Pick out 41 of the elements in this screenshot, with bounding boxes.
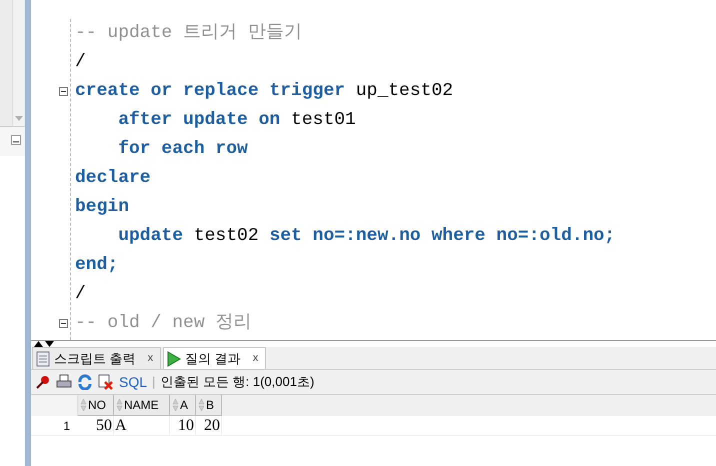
code-line: for each row: [117, 138, 249, 161]
document-icon: [36, 350, 50, 366]
printer-icon[interactable]: [56, 374, 72, 390]
result-tab[interactable]: 스크립트 출력 x: [32, 347, 162, 369]
minimize-icon[interactable]: [11, 135, 21, 145]
table-cell: 10: [170, 416, 196, 435]
row-number: 1: [63, 418, 70, 434]
code-line: update test02 set no=:new.no where no=:old.no;: [117, 225, 616, 248]
code-line: -- update 트리거 만들기: [75, 22, 303, 45]
fetch-status: 인출된 모든 행: 1(0,001초): [160, 373, 314, 392]
close-tab-button[interactable]: x: [148, 350, 154, 367]
result-tab[interactable]: 질의 결과 x: [163, 347, 266, 369]
table-cell: 20: [196, 416, 222, 435]
column-header[interactable]: B: [196, 395, 222, 416]
play-icon: [167, 350, 182, 366]
column-header[interactable]: A: [170, 395, 196, 416]
clear-grid-icon[interactable]: [98, 374, 114, 390]
pin-icon[interactable]: [35, 374, 51, 390]
table-cell: A: [114, 416, 170, 435]
code-line: after update on test01: [117, 109, 357, 132]
scrollbar[interactable]: [12, 0, 24, 126]
table-cell: 50: [78, 416, 114, 435]
sort-icon: [116, 398, 123, 412]
code-line: begin: [75, 196, 130, 219]
close-tab-button[interactable]: x: [252, 350, 258, 367]
sort-icon: [172, 398, 179, 412]
toolbar-separator: |: [152, 373, 156, 392]
column-header[interactable]: NO: [78, 395, 114, 416]
code-line: -- old / new 정리: [75, 312, 252, 335]
code-line: /: [75, 283, 87, 306]
code-line: /: [75, 51, 87, 74]
sort-icon: [198, 398, 205, 412]
code-line: declare: [75, 167, 152, 190]
code-line: create or replace trigger up_test02: [75, 80, 454, 103]
code-line: end;: [75, 254, 120, 277]
fold-icon[interactable]: [59, 319, 68, 328]
refresh-icon[interactable]: [77, 374, 93, 390]
fold-icon[interactable]: [59, 87, 68, 96]
column-header[interactable]: NAME: [114, 395, 170, 416]
sort-icon: [80, 398, 87, 412]
sql-link[interactable]: SQL: [119, 372, 148, 392]
